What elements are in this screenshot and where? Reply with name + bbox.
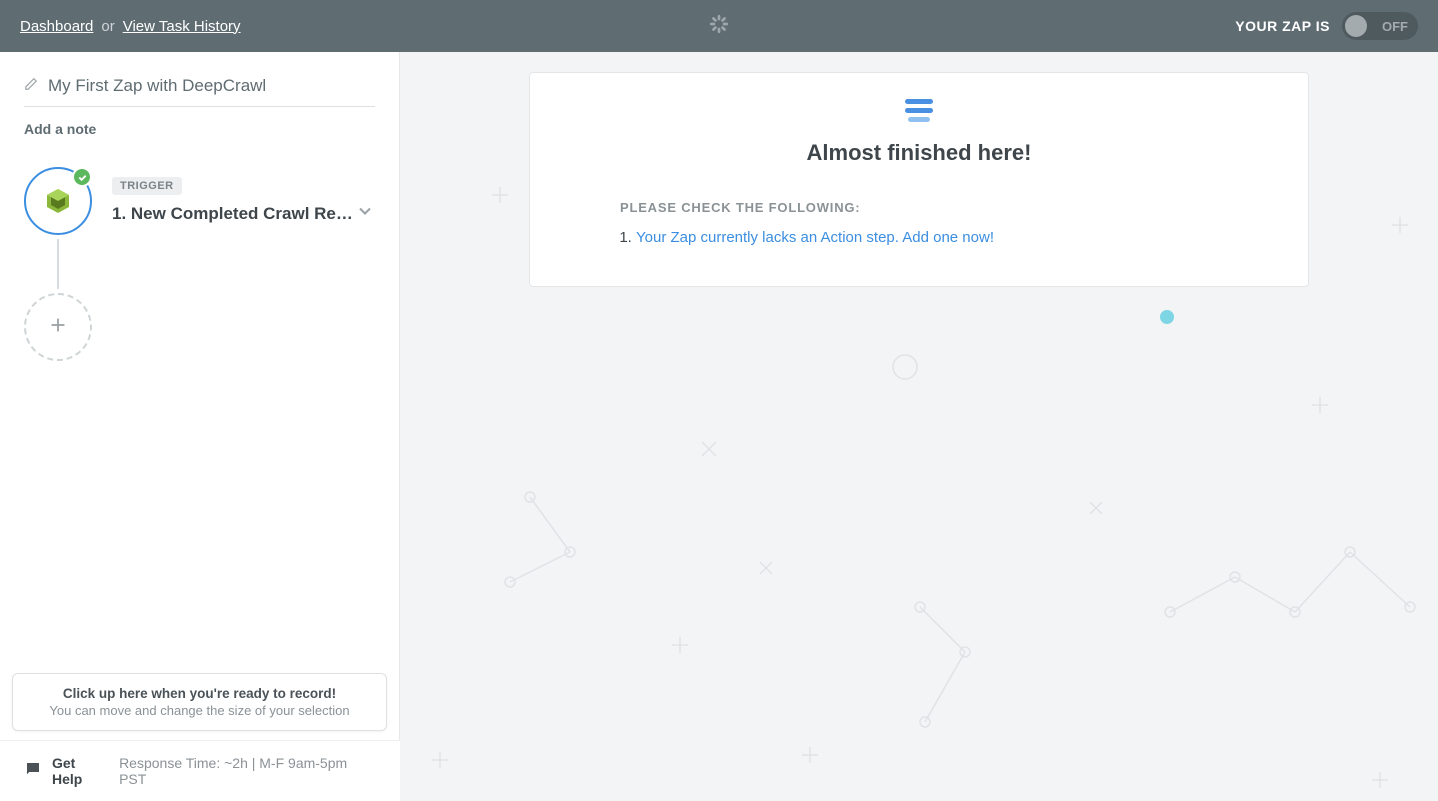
card-title: Almost finished here!	[620, 140, 1218, 166]
cursor-indicator	[1160, 310, 1174, 324]
card-check-label: PLEASE CHECK THE FOLLOWING:	[620, 200, 1218, 215]
deepcrawl-app-icon	[42, 185, 74, 217]
trigger-step[interactable]: TRIGGER 1. New Completed Crawl Re…	[24, 167, 375, 235]
check-list-item: Your Zap currently lacks an Action step.…	[636, 229, 1218, 246]
header-nav: Dashboard or View Task History	[20, 18, 241, 35]
toggle-knob	[1345, 15, 1367, 37]
trigger-badge: TRIGGER	[112, 177, 182, 195]
add-step-button[interactable]	[24, 293, 92, 361]
steps-area: TRIGGER 1. New Completed Crawl Re…	[24, 167, 375, 361]
chevron-down-icon[interactable]	[355, 201, 375, 226]
help-meta: Response Time: ~2h | M-F 9am-5pm PST	[119, 755, 376, 787]
check-icon	[72, 167, 92, 187]
add-note-link[interactable]: Add a note	[24, 121, 375, 137]
zap-title: My First Zap with DeepCrawl	[48, 76, 266, 96]
tooltip-sub: You can move and change the size of your…	[29, 703, 370, 718]
header-right: YOUR ZAP IS OFF	[1235, 12, 1418, 40]
add-action-link[interactable]: Your Zap currently lacks an Action step.…	[636, 229, 994, 246]
footer-help[interactable]: Get Help Response Time: ~2h | M-F 9am-5p…	[0, 740, 400, 801]
trigger-step-circle	[24, 167, 92, 235]
trigger-step-title: 1. New Completed Crawl Re…	[112, 204, 353, 224]
step-connector	[57, 239, 59, 289]
toggle-state-text: OFF	[1382, 19, 1408, 34]
zap-title-row[interactable]: My First Zap with DeepCrawl	[24, 76, 375, 107]
status-card: Almost finished here! PLEASE CHECK THE F…	[529, 72, 1309, 287]
list-icon	[905, 99, 933, 122]
pencil-icon	[24, 77, 38, 96]
card-icon-wrap	[620, 99, 1218, 122]
zap-status-label: YOUR ZAP IS	[1235, 18, 1330, 34]
header-or-text: or	[101, 18, 114, 35]
plus-icon	[47, 312, 69, 343]
dashboard-link[interactable]: Dashboard	[20, 18, 93, 35]
task-history-link[interactable]: View Task History	[123, 18, 241, 35]
zapier-logo-icon	[708, 13, 730, 40]
check-list: Your Zap currently lacks an Action step.…	[620, 229, 1218, 246]
get-help-label: Get Help	[52, 755, 109, 787]
record-tooltip: Click up here when you're ready to recor…	[12, 673, 387, 731]
trigger-step-meta: TRIGGER 1. New Completed Crawl Re…	[112, 176, 375, 226]
zap-toggle[interactable]: OFF	[1342, 12, 1418, 40]
sidebar: My First Zap with DeepCrawl Add a note T…	[0, 52, 400, 801]
tooltip-title: Click up here when you're ready to recor…	[29, 686, 370, 701]
app-header: Dashboard or View Task History YOUR ZAP …	[0, 0, 1438, 52]
chat-icon	[24, 760, 42, 783]
main-area: Almost finished here! PLEASE CHECK THE F…	[400, 52, 1438, 801]
